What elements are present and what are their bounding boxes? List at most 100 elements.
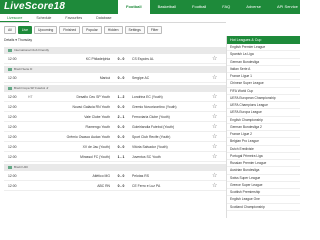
hot-leagues-panel: Hot Leagues & Cup English Premier League… bbox=[226, 36, 300, 218]
panel-league-item[interactable]: English Premier League bbox=[227, 44, 300, 52]
panel-league-item[interactable]: France Ligue 2 bbox=[227, 131, 300, 139]
filter-settings-button[interactable]: Settings bbox=[124, 26, 145, 34]
filter-upcoming-button[interactable]: Upcoming bbox=[34, 26, 58, 34]
panel-league-item[interactable]: German Bundesliga 2 bbox=[227, 124, 300, 131]
favorite-star-icon[interactable]: ☆ bbox=[212, 172, 217, 179]
filter-bar: All Live Upcoming Finished Popular Hidden Sett… bbox=[4, 26, 163, 34]
panel-league-item[interactable]: English Championship bbox=[227, 117, 300, 124]
favorite-star-icon[interactable]: ☆ bbox=[212, 103, 217, 110]
tab-favourites[interactable]: Favourites bbox=[58, 14, 89, 22]
match-row[interactable]: 12:00 Grêmio Osasco Audax Youth 0 - 0 Sport… bbox=[4, 132, 226, 142]
match-row[interactable]: 12:00 Vale Clube Youth 2 - 1 Ferroviaria Cl… bbox=[4, 112, 226, 122]
match-row[interactable]: 12:00 Flamengo Youth 0 - 0 Goleirlandia Fut… bbox=[4, 122, 226, 132]
favorite-star-icon[interactable]: ☆ bbox=[212, 182, 217, 189]
filter-finished-button[interactable]: Finished bbox=[59, 26, 81, 34]
filter-all-button[interactable]: All bbox=[4, 26, 16, 34]
panel-league-item[interactable]: Greece Super League bbox=[227, 182, 300, 189]
match-row[interactable]: 12:00 ABC RN 0 - 0 CE Ferro e Luz PA ☆ bbox=[4, 181, 226, 191]
flag-icon bbox=[8, 87, 12, 90]
league-name: Brazil Serie D bbox=[14, 67, 33, 71]
filter-live-button[interactable]: Live bbox=[17, 26, 33, 34]
logo-number: 18 bbox=[53, 1, 66, 12]
favorite-star-icon[interactable]: ☆ bbox=[212, 123, 217, 130]
panel-league-item[interactable]: Dutch Eredivisie bbox=[227, 146, 300, 153]
top-nav-item[interactable]: Basketball bbox=[150, 0, 184, 14]
top-nav-item[interactable]: Football bbox=[118, 0, 150, 14]
favorite-star-icon[interactable]: ☆ bbox=[212, 93, 217, 100]
favorite-star-icon[interactable]: ☆ bbox=[212, 133, 217, 140]
panel-league-item[interactable]: Belgian Pro League bbox=[227, 138, 300, 146]
league-header[interactable]: Brazil Serie D bbox=[4, 66, 226, 73]
home-team: Maricá bbox=[99, 75, 110, 80]
league-header[interactable]: Brazil U20 bbox=[4, 164, 226, 171]
match-score: 0 - 0 bbox=[117, 104, 125, 109]
favorite-star-icon[interactable]: ☆ bbox=[212, 153, 217, 160]
match-time: 12:30 bbox=[8, 75, 17, 80]
tab-livescore[interactable]: Livescore bbox=[0, 14, 30, 22]
tab-database[interactable]: Database bbox=[89, 14, 118, 22]
away-team: Goleirlandia Futebol (Youth) bbox=[132, 124, 175, 129]
league-header[interactable]: International Club Friendly bbox=[4, 47, 226, 54]
match-status: HT bbox=[28, 94, 33, 99]
panel-league-item[interactable]: English League One bbox=[227, 196, 300, 204]
top-nav-item[interactable]: FAQ bbox=[214, 0, 238, 14]
match-row[interactable]: 12:00 Mirassol FC (Youth) 1 - 1 Juventus SC… bbox=[4, 152, 226, 162]
panel-league-item[interactable]: FIFA World Cup bbox=[227, 88, 300, 95]
panel-league-item[interactable]: Scotland Championship bbox=[227, 204, 300, 211]
away-team: Londrina EC (Youth) bbox=[132, 94, 163, 99]
match-row[interactable]: 12:00 Atlético MG 0 - 0 Pelotas RS ☆ bbox=[4, 171, 226, 181]
match-time: 12:00 bbox=[8, 134, 17, 139]
match-row[interactable]: 12:00 HT Desafio Ceu SP Youth 1 - 2 Londrina… bbox=[4, 92, 226, 102]
filter-filter-button[interactable]: Filter bbox=[146, 26, 163, 34]
filter-popular-button[interactable]: Popular bbox=[82, 26, 102, 34]
league-name: International Club Friendly bbox=[14, 48, 50, 52]
home-team: Vale Clube Youth bbox=[84, 114, 110, 119]
top-nav-item[interactable]: API Service bbox=[269, 0, 306, 14]
filter-hidden-button[interactable]: Hidden bbox=[103, 26, 123, 34]
top-nav: Football Basketball Football FAQ Adverse API … bbox=[118, 0, 306, 14]
tab-schedule[interactable]: Schedule bbox=[29, 14, 58, 22]
match-time: 12:00 bbox=[8, 144, 17, 149]
match-row[interactable]: 12:30 Maricá 0 - 0 Sergipe AC ☆ bbox=[4, 73, 226, 83]
favorite-star-icon[interactable]: ☆ bbox=[212, 74, 217, 81]
match-score: 0 - 0 bbox=[117, 134, 125, 139]
league-name: Brazil Copa SP Futebol Jr bbox=[14, 86, 49, 90]
panel-league-item[interactable]: Swiss Super League bbox=[227, 175, 300, 182]
favorite-star-icon[interactable]: ☆ bbox=[212, 113, 217, 120]
home-team: Desafio Ceu SP Youth bbox=[76, 94, 111, 99]
sub-tabs: Livescore Schedule Favourites Database bbox=[0, 14, 226, 23]
panel-league-item[interactable]: UEFA European Championship bbox=[227, 95, 300, 102]
panel-league-item[interactable]: Italian Serie A bbox=[227, 66, 300, 73]
league-header[interactable]: Brazil Copa SP Futebol Jr bbox=[4, 85, 226, 92]
panel-league-item[interactable]: UEFA Europa League bbox=[227, 109, 300, 117]
date-selector[interactable]: Details ▾ Thursday bbox=[4, 38, 32, 42]
panel-league-item[interactable]: Spanish La Liga bbox=[227, 51, 300, 59]
away-team: CE Ferro e Luz PA bbox=[132, 183, 161, 188]
home-team: Atlético MG bbox=[92, 173, 110, 178]
match-row[interactable]: 12:00 KC Philadelphia 0 - 0 CS Espoirs AL ☆ bbox=[4, 54, 226, 64]
favorite-star-icon[interactable]: ☆ bbox=[212, 55, 217, 62]
panel-league-item[interactable]: Austrian Bundesliga bbox=[227, 167, 300, 175]
match-time: 12:00 bbox=[8, 173, 17, 178]
away-team: Pelotas RS bbox=[132, 173, 149, 178]
away-team: Ferroviaria Clube (Youth) bbox=[132, 114, 170, 119]
panel-league-item[interactable]: France Ligue 1 bbox=[227, 73, 300, 81]
top-nav-item[interactable]: Football bbox=[184, 0, 214, 14]
home-team: Flamengo Youth bbox=[85, 124, 110, 129]
panel-header: Hot Leagues & Cup bbox=[227, 36, 300, 44]
favorite-star-icon[interactable]: ☆ bbox=[212, 143, 217, 150]
logo[interactable]: LiveScore18 bbox=[4, 1, 65, 12]
panel-league-item[interactable]: Portugal Primeira Liga bbox=[227, 153, 300, 160]
match-row[interactable]: 12:00 Novaó Galácia RN Youth 0 - 0 Gremio N… bbox=[4, 102, 226, 112]
match-time: 12:00 bbox=[8, 94, 17, 99]
away-team: Gremio Novorizontino (Youth) bbox=[132, 104, 177, 109]
panel-league-item[interactable]: Chinese Super League bbox=[227, 80, 300, 88]
panel-league-item[interactable]: German Bundesliga bbox=[227, 59, 300, 66]
match-score: 0 - 0 bbox=[117, 75, 125, 80]
panel-league-item[interactable]: Russian Premier League bbox=[227, 160, 300, 168]
match-row[interactable]: 12:00 XV de Jau (Youth) 0 - 0 Vitória Salva… bbox=[4, 142, 226, 152]
top-nav-item[interactable]: Adverse bbox=[238, 0, 269, 14]
panel-league-item[interactable]: Scottish Premiership bbox=[227, 189, 300, 197]
home-team: Mirassol FC (Youth) bbox=[80, 154, 110, 159]
panel-league-item[interactable]: UEFA Champions League bbox=[227, 102, 300, 110]
